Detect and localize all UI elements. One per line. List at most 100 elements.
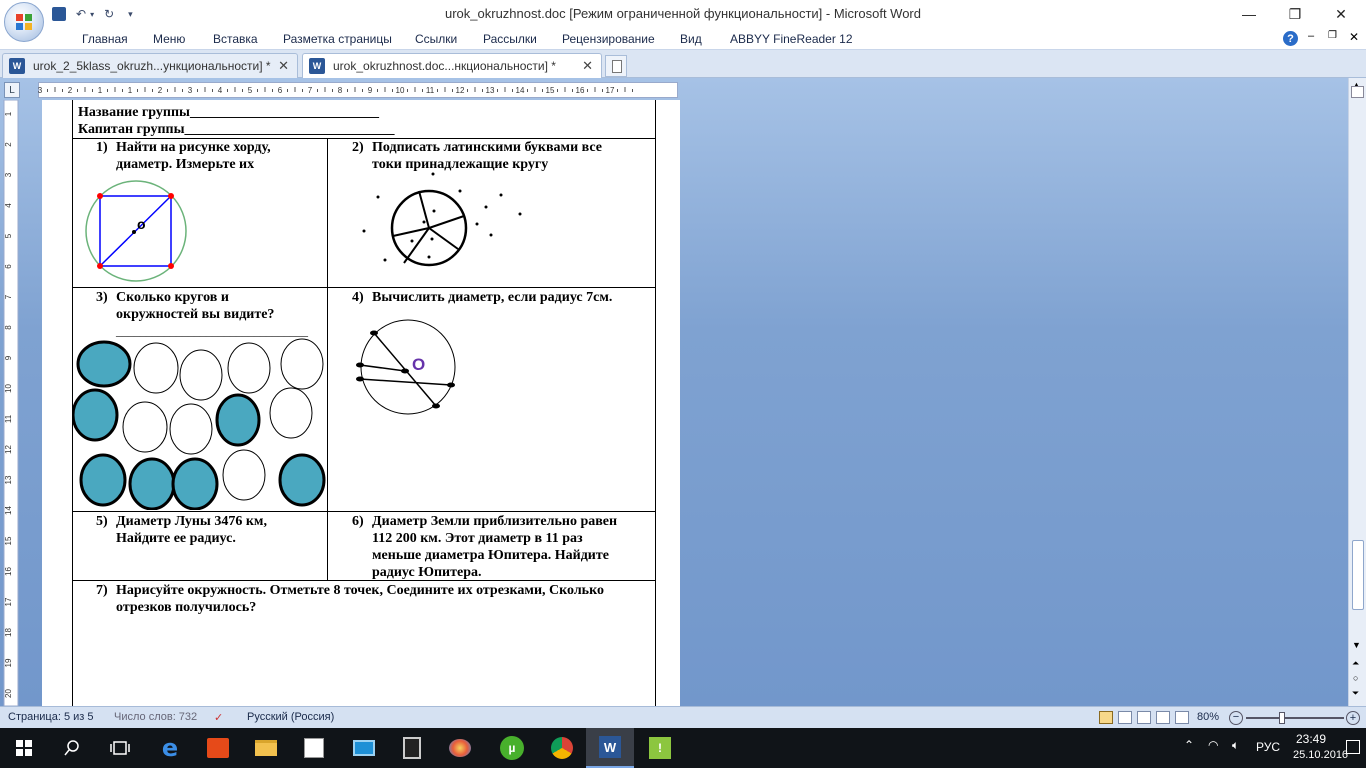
search-icon[interactable] (48, 728, 96, 768)
ruler-label: 16 (576, 86, 585, 95)
close-button[interactable]: ✕ (1318, 0, 1364, 28)
ruler-label: 12 (4, 445, 13, 454)
notification-icon[interactable] (1346, 740, 1360, 754)
browse-object-icon[interactable]: ○ (1353, 673, 1358, 683)
proofing-icon[interactable]: ✓ (214, 711, 223, 724)
word-icon[interactable]: W (586, 728, 634, 768)
utorrent-icon[interactable]: µ (488, 728, 536, 768)
ruler-toggle-icon[interactable] (1351, 86, 1364, 98)
show-hidden-icons-icon[interactable]: ⌃ (1184, 738, 1194, 752)
calculator-icon[interactable] (388, 728, 436, 768)
volume-icon[interactable]: 🔈︎ (1232, 738, 1239, 753)
new-tab-button[interactable] (605, 55, 627, 77)
task5-text-1: Диаметр Луны 3476 км, (116, 514, 267, 529)
help-icon[interactable]: ? (1283, 31, 1298, 46)
zoom-in-icon[interactable]: + (1346, 711, 1360, 725)
ruler-label: 10 (396, 86, 405, 95)
full-screen-view-icon[interactable] (1118, 711, 1132, 724)
ruler-label: 3 (4, 172, 13, 177)
tab-insert[interactable]: Вставка (213, 32, 258, 46)
group-name-line: Название группы_________________________… (78, 105, 379, 120)
tab-view[interactable]: Вид (680, 32, 702, 46)
language-indicator[interactable]: Русский (Россия) (247, 711, 334, 723)
doc-tab-label: urok_2_5klass_okruzh...ункциональности] … (33, 59, 271, 73)
radius-diagram: O (356, 319, 456, 415)
windows-start-icon[interactable] (0, 728, 48, 768)
ruler-label: 6 (4, 264, 13, 269)
center-label: O (412, 355, 425, 374)
page-indicator[interactable]: Страница: 5 из 5 (8, 711, 94, 723)
tab-home[interactable]: Главная (82, 32, 128, 46)
store-icon[interactable] (290, 728, 338, 768)
zoom-slider-thumb[interactable] (1279, 712, 1285, 724)
scroll-down-icon[interactable]: ▼ (1352, 640, 1361, 650)
tab-menu[interactable]: Меню (153, 32, 185, 46)
zoom-out-icon[interactable]: − (1229, 711, 1243, 725)
table-border (72, 580, 655, 581)
chrome-icon[interactable] (538, 728, 586, 768)
network-icon[interactable]: ◠ (1208, 738, 1218, 752)
center-label: o (137, 216, 146, 232)
next-page-icon[interactable]: ⏷ (1352, 688, 1359, 699)
doc-tab-2[interactable]: W urok_okruzhnost.doc...нкциональности] … (302, 53, 602, 78)
web-layout-view-icon[interactable] (1137, 711, 1151, 724)
doc-tab-1[interactable]: W urok_2_5klass_okruzh...ункциональности… (2, 53, 298, 78)
ribbon-minimize-icon[interactable]: – (1308, 30, 1314, 42)
office-icon[interactable] (194, 728, 242, 768)
app-icon[interactable]: ! (636, 728, 684, 768)
task1-text-1: Найти на рисунке хорду, (116, 140, 271, 155)
tab-abbyy[interactable]: ABBYY FineReader 12 (730, 32, 853, 46)
remote-desktop-icon[interactable] (340, 728, 388, 768)
ribbon-close-icon[interactable]: ✕ (1349, 30, 1359, 44)
maximize-button[interactable]: ❐ (1272, 0, 1318, 28)
office-button[interactable] (4, 2, 44, 42)
outline-view-icon[interactable] (1156, 711, 1170, 724)
draft-view-icon[interactable] (1175, 711, 1189, 724)
doc-tab-label: urok_okruzhnost.doc...нкциональности] * (333, 59, 556, 73)
task6-text-1: Диаметр Земли приблизительно равен (372, 514, 618, 529)
ruler-label: 15 (546, 86, 555, 95)
ruler-label: 10 (4, 384, 13, 393)
task3-number: 3) (96, 290, 108, 305)
document-tabs: W urok_2_5klass_okruzh...ункциональности… (0, 50, 1366, 78)
print-layout-view-icon[interactable] (1099, 711, 1113, 724)
task4-number: 4) (352, 290, 364, 305)
input-language[interactable]: РУС (1256, 740, 1280, 754)
close-tab-icon[interactable]: ✕ (582, 58, 593, 74)
scroll-thumb[interactable] (1352, 540, 1364, 610)
ruler-label: 8 (338, 86, 343, 95)
zoom-level[interactable]: 80% (1197, 711, 1219, 723)
paint-icon[interactable] (436, 728, 484, 768)
clock-date[interactable]: 25.10.2016 (1293, 749, 1348, 761)
tab-mailings[interactable]: Рассылки (483, 32, 537, 46)
previous-page-icon[interactable]: ⏶ (1352, 658, 1359, 669)
task4-text: Вычислить диаметр, если радиус 7см. (372, 290, 613, 305)
file-explorer-icon[interactable] (242, 728, 290, 768)
close-tab-icon[interactable]: ✕ (278, 58, 289, 74)
tab-references[interactable]: Ссылки (415, 32, 457, 46)
ruler-label: 17 (606, 86, 615, 95)
edge-icon[interactable]: e (146, 728, 194, 768)
captain-line: Капитан группы__________________________… (78, 122, 395, 137)
ribbon-restore-icon[interactable]: ❐ (1328, 30, 1337, 41)
window-title: urok_okruzhnost.doc [Режим ограниченной … (444, 6, 921, 21)
horizontal-ruler[interactable]: 3 2 1 1 2 3 4 5 6 7 8 9 10 11 12 13 14 15 16 17 (28, 82, 1348, 98)
taskbar: e µ W ! ⌃ ◠ 🔈︎ РУС 23:49 25.10.2016 (0, 728, 1366, 768)
tab-page-layout[interactable]: Разметка страницы (283, 32, 392, 46)
document-page[interactable]: Название группы_________________________… (42, 100, 680, 706)
vertical-ruler-ticks: 1234567891011121314151617181920 (3, 99, 19, 707)
clock-time[interactable]: 23:49 (1296, 732, 1326, 746)
word-count[interactable]: Число слов: 732 (114, 711, 197, 723)
task2-text-1: Подписать латинскими буквами все (372, 140, 602, 155)
minimize-button[interactable]: — (1226, 0, 1272, 28)
tab-selector-icon[interactable]: L (4, 82, 20, 98)
new-document-icon (612, 60, 622, 73)
vertical-ruler[interactable]: 1 2 3 4 5 6 7 8 9 10 11 12 13 14 15 16 17 18 19 20 (0, 99, 22, 707)
ruler-label: 4 (218, 86, 223, 95)
task-view-icon[interactable] (96, 728, 144, 768)
tab-review[interactable]: Рецензирование (562, 32, 655, 46)
zoom-slider[interactable] (1246, 712, 1344, 724)
task3-text-1: Сколько кругов и (116, 290, 229, 305)
vertical-scrollbar[interactable]: ▲ ▼ ⏶ ○ ⏷ (1348, 78, 1366, 706)
ruler-label: 14 (516, 86, 525, 95)
